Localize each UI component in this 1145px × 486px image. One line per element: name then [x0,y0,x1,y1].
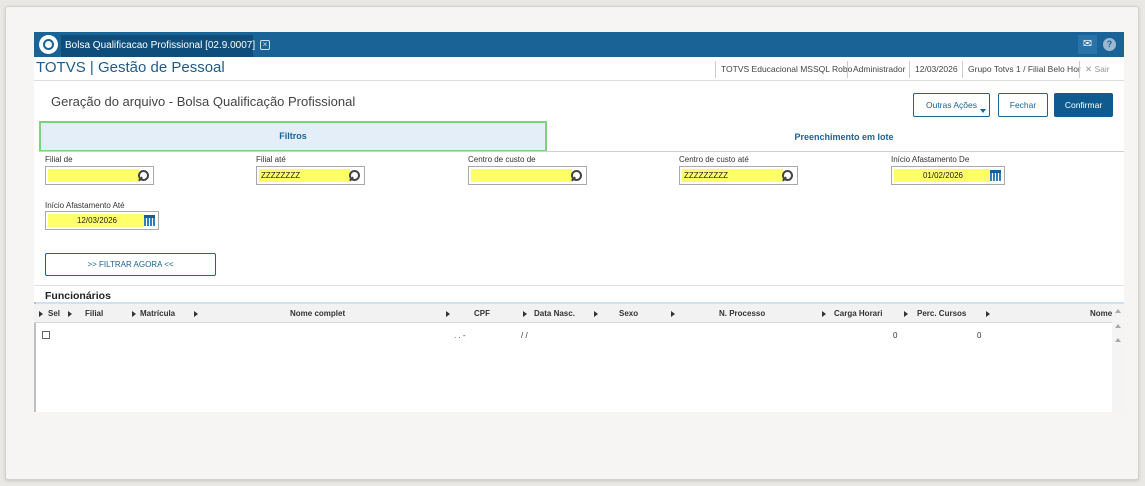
column-arrow-icon[interactable] [132,311,136,317]
column-arrow-icon[interactable] [986,311,990,317]
app-tab[interactable]: Bolsa Qualificacao Profissional [02.9.00… [61,35,270,57]
search-icon[interactable] [349,170,360,181]
chevron-down-icon [980,109,986,113]
status-date: 12/03/2026 [909,61,963,78]
filial-ate-input[interactable]: ZZZZZZZZ [259,169,350,182]
cc-ate-input[interactable]: ZZZZZZZZZ [682,169,783,182]
column-arrow-icon[interactable] [194,311,198,317]
search-icon[interactable] [138,170,149,181]
column-arrow-icon[interactable] [822,311,826,317]
cell-data-nasc: / / [521,331,528,340]
tab-divider [39,151,1124,152]
cc-ate-label: Centro de custo até [679,155,749,164]
column-arrow-icon[interactable] [671,311,675,317]
search-icon[interactable] [782,170,793,181]
funcionarios-title: Funcionários [45,290,111,302]
afast-de-field[interactable]: 01/02/2026 [891,166,1005,185]
app-header: TOTVS | Gestão de Pessoal TOTVS Educacio… [34,57,1124,81]
filial-de-input[interactable] [48,169,139,182]
filtrar-agora-button[interactable]: >> FILTRAR AGORA << [45,253,216,276]
afast-ate-field[interactable]: 12/03/2026 [45,211,159,230]
cc-de-field[interactable] [468,166,587,185]
window-frame: Bolsa Qualificacao Profissional [02.9.00… [5,6,1139,480]
cc-de-label: Centro de custo de [468,155,536,164]
col-sel[interactable]: Sel [48,309,60,318]
row-checkbox[interactable] [42,331,50,339]
col-matricula[interactable]: Matrícula [140,309,175,318]
status-database: TOTVS Educacional MSSQL Robo [715,61,857,78]
title-bar: Bolsa Qualificacao Profissional [02.9.00… [34,32,1124,57]
sair-label: Sair [1094,64,1110,74]
column-arrow-icon[interactable] [68,311,72,317]
afast-ate-input[interactable]: 12/03/2026 [48,214,144,227]
filial-de-field[interactable] [45,166,154,185]
col-data-nasc[interactable]: Data Nasc. [534,309,575,318]
col-n-processo[interactable]: N. Processo [719,309,765,318]
section-divider [34,285,1124,286]
scroll-up-icon[interactable] [1115,324,1121,328]
filial-ate-label: Filial até [256,155,286,164]
filial-ate-field[interactable]: ZZZZZZZZ [256,166,365,185]
col-filial[interactable]: Filial [85,309,103,318]
column-arrow-icon[interactable] [523,311,527,317]
vertical-scrollbar[interactable] [1112,304,1124,412]
app-tab-label: Bolsa Qualificacao Profissional [02.9.00… [65,40,256,51]
col-sexo[interactable]: Sexo [619,309,638,318]
afast-ate-label: Início Afastamento Até [45,201,125,210]
calendar-icon[interactable] [144,215,155,226]
search-icon[interactable] [571,170,582,181]
col-cpf[interactable]: CPF [474,309,490,318]
scroll-top-icon[interactable] [1115,309,1121,313]
column-arrow-icon[interactable] [904,311,908,317]
col-perc-cursos[interactable]: Perc. Cursos [917,309,966,318]
col-nome2[interactable]: Nome [1090,309,1112,318]
cell-carga: 0 [893,331,898,340]
page-title: Geração do arquivo - Bolsa Qualificação … [51,94,356,109]
help-icon[interactable]: ? [1100,35,1119,54]
outras-acoes-label: Outras Ações [925,100,978,110]
grid-header: Sel Filial Matrícula Nome complet CPF Da… [34,304,1112,323]
tab-filtros[interactable]: Filtros [39,121,547,152]
cc-de-input[interactable] [471,169,572,182]
logo-icon[interactable] [39,35,58,54]
tab-preenchimento-lote[interactable]: Preenchimento em lote [594,132,1094,142]
fechar-button[interactable]: Fechar [998,93,1048,117]
col-nome[interactable]: Nome complet [290,309,345,318]
afast-de-input[interactable]: 01/02/2026 [894,169,990,182]
tab-close-icon[interactable]: × [259,40,270,51]
calendar-icon[interactable] [990,170,1001,181]
app-window: Bolsa Qualificacao Profissional [02.9.00… [34,32,1124,412]
column-arrow-icon[interactable] [446,311,450,317]
afast-de-label: Início Afastamento De [891,155,970,164]
outras-acoes-button[interactable]: Outras Ações [913,93,990,117]
status-user: Administrador [847,61,910,78]
column-arrow-icon[interactable] [39,311,43,317]
cc-ate-field[interactable]: ZZZZZZZZZ [679,166,798,185]
column-arrow-icon[interactable] [594,311,598,317]
cell-perc: 0 [977,331,982,340]
close-icon: ✕ [1085,64,1093,74]
sair-button[interactable]: ✕ Sair [1079,61,1115,78]
scroll-up-icon[interactable] [1115,338,1121,342]
mail-icon[interactable]: ✉ [1078,35,1097,54]
col-carga-horaria[interactable]: Carga Horari [834,309,882,318]
status-branch[interactable]: Grupo Totvs 1 / Filial Belo Hor [962,61,1086,78]
brand-title: TOTVS | Gestão de Pessoal [36,59,225,76]
confirmar-button[interactable]: Confirmar [1054,93,1113,117]
filial-de-label: Filial de [45,155,73,164]
cell-cpf: . . - [454,331,466,340]
